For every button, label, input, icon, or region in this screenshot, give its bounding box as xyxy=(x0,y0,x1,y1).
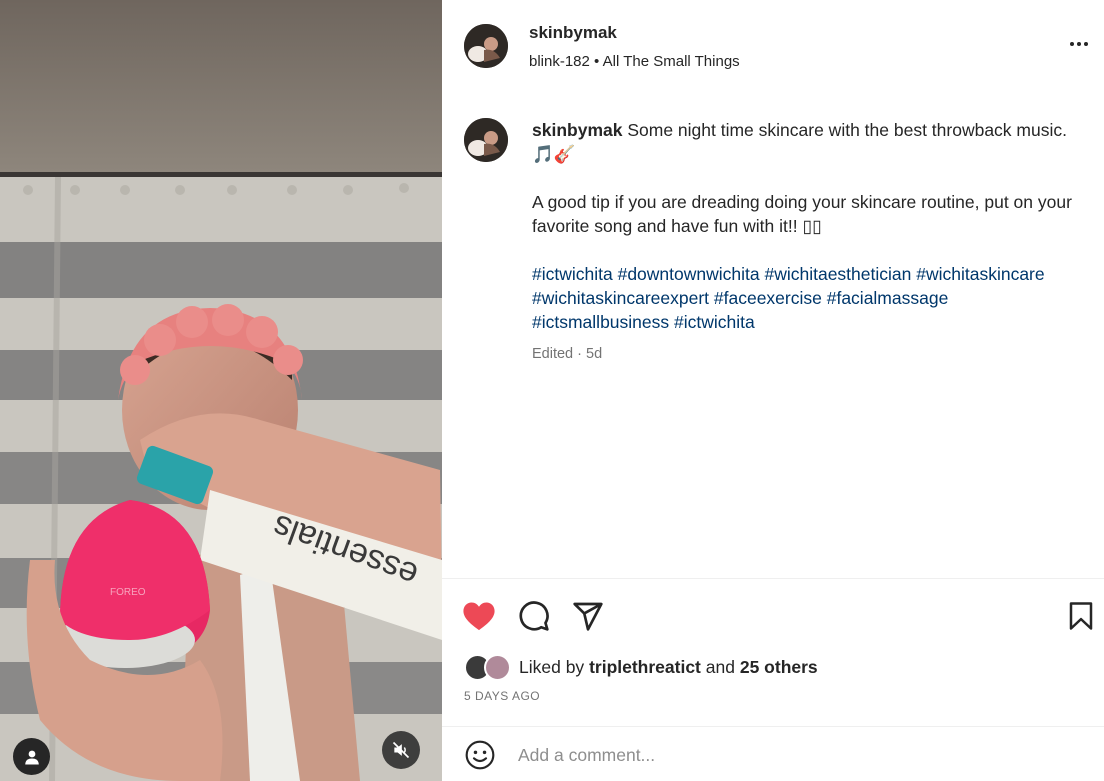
post-media[interactable]: essentials FOREO xyxy=(0,0,442,781)
caption-tip: A good tip if you are dreading doing you… xyxy=(532,192,1072,236)
avatar-image xyxy=(464,24,508,68)
caption-first-paragraph: skinbymak Some night time skincare with … xyxy=(532,118,1072,166)
share-button[interactable] xyxy=(569,597,607,635)
ceiling xyxy=(0,0,442,178)
likes-summary: Liked by triplethreatict and 25 others xyxy=(442,652,1104,684)
likes-user[interactable]: triplethreatict xyxy=(589,657,701,677)
post-date: 5 DAYS AGO xyxy=(464,689,541,703)
video-frame: essentials FOREO xyxy=(0,0,442,781)
emoji-button[interactable] xyxy=(464,739,496,771)
avatar-image xyxy=(464,118,508,162)
curtain-rod xyxy=(0,172,442,177)
likes-prefix: Liked by xyxy=(519,657,585,677)
post-header: skinbymak blink-182 • All The Small Thin… xyxy=(442,0,1104,92)
caption-username[interactable]: skinbymak xyxy=(532,120,622,140)
audio-separator: • xyxy=(594,53,600,70)
author-avatar[interactable] xyxy=(464,24,508,68)
post-dialog: essentials FOREO skinbymak blink-182 • A… xyxy=(0,0,1104,781)
comment-button[interactable] xyxy=(515,597,553,635)
audio-artist: blink-182 xyxy=(529,53,590,70)
liker-avatars xyxy=(464,654,514,682)
comment-composer xyxy=(442,726,1104,781)
likes-middle: and xyxy=(705,657,735,677)
comment-bubble-icon xyxy=(519,601,549,631)
paper-plane-icon xyxy=(573,602,603,631)
mute-toggle-button[interactable] xyxy=(382,731,420,769)
caption-meta: Edited · 5d xyxy=(532,346,603,362)
caption-author-avatar[interactable] xyxy=(464,118,508,162)
user-tag-icon xyxy=(24,750,39,764)
save-button[interactable] xyxy=(1062,597,1100,635)
post-sidebar: skinbymak blink-182 • All The Small Thin… xyxy=(442,0,1104,781)
bookmark-icon xyxy=(1069,602,1093,630)
liker-avatar xyxy=(484,654,511,681)
more-options-icon[interactable] xyxy=(1064,32,1094,56)
likes-text[interactable]: Liked by triplethreatict and 25 others xyxy=(519,657,818,678)
like-button[interactable] xyxy=(460,597,498,635)
emoji-face-icon xyxy=(465,740,495,770)
comment-input[interactable] xyxy=(518,741,1038,769)
author-username[interactable]: skinbymak xyxy=(529,23,617,43)
speaker-muted-icon xyxy=(392,741,410,759)
svg-text:FOREO: FOREO xyxy=(110,587,146,598)
likes-others[interactable]: 25 others xyxy=(740,657,818,677)
action-bar xyxy=(442,578,1104,654)
caption-body: skinbymak Some night time skincare with … xyxy=(532,118,1072,358)
audio-track: All The Small Things xyxy=(602,53,740,70)
heart-filled-icon xyxy=(463,602,495,631)
caption-hashtags[interactable]: #ictwichita #downtownwichita #wichitaest… xyxy=(532,262,1072,334)
audio-attribution[interactable]: blink-182 • All The Small Things xyxy=(529,53,740,70)
tagged-users-button[interactable] xyxy=(13,738,50,775)
